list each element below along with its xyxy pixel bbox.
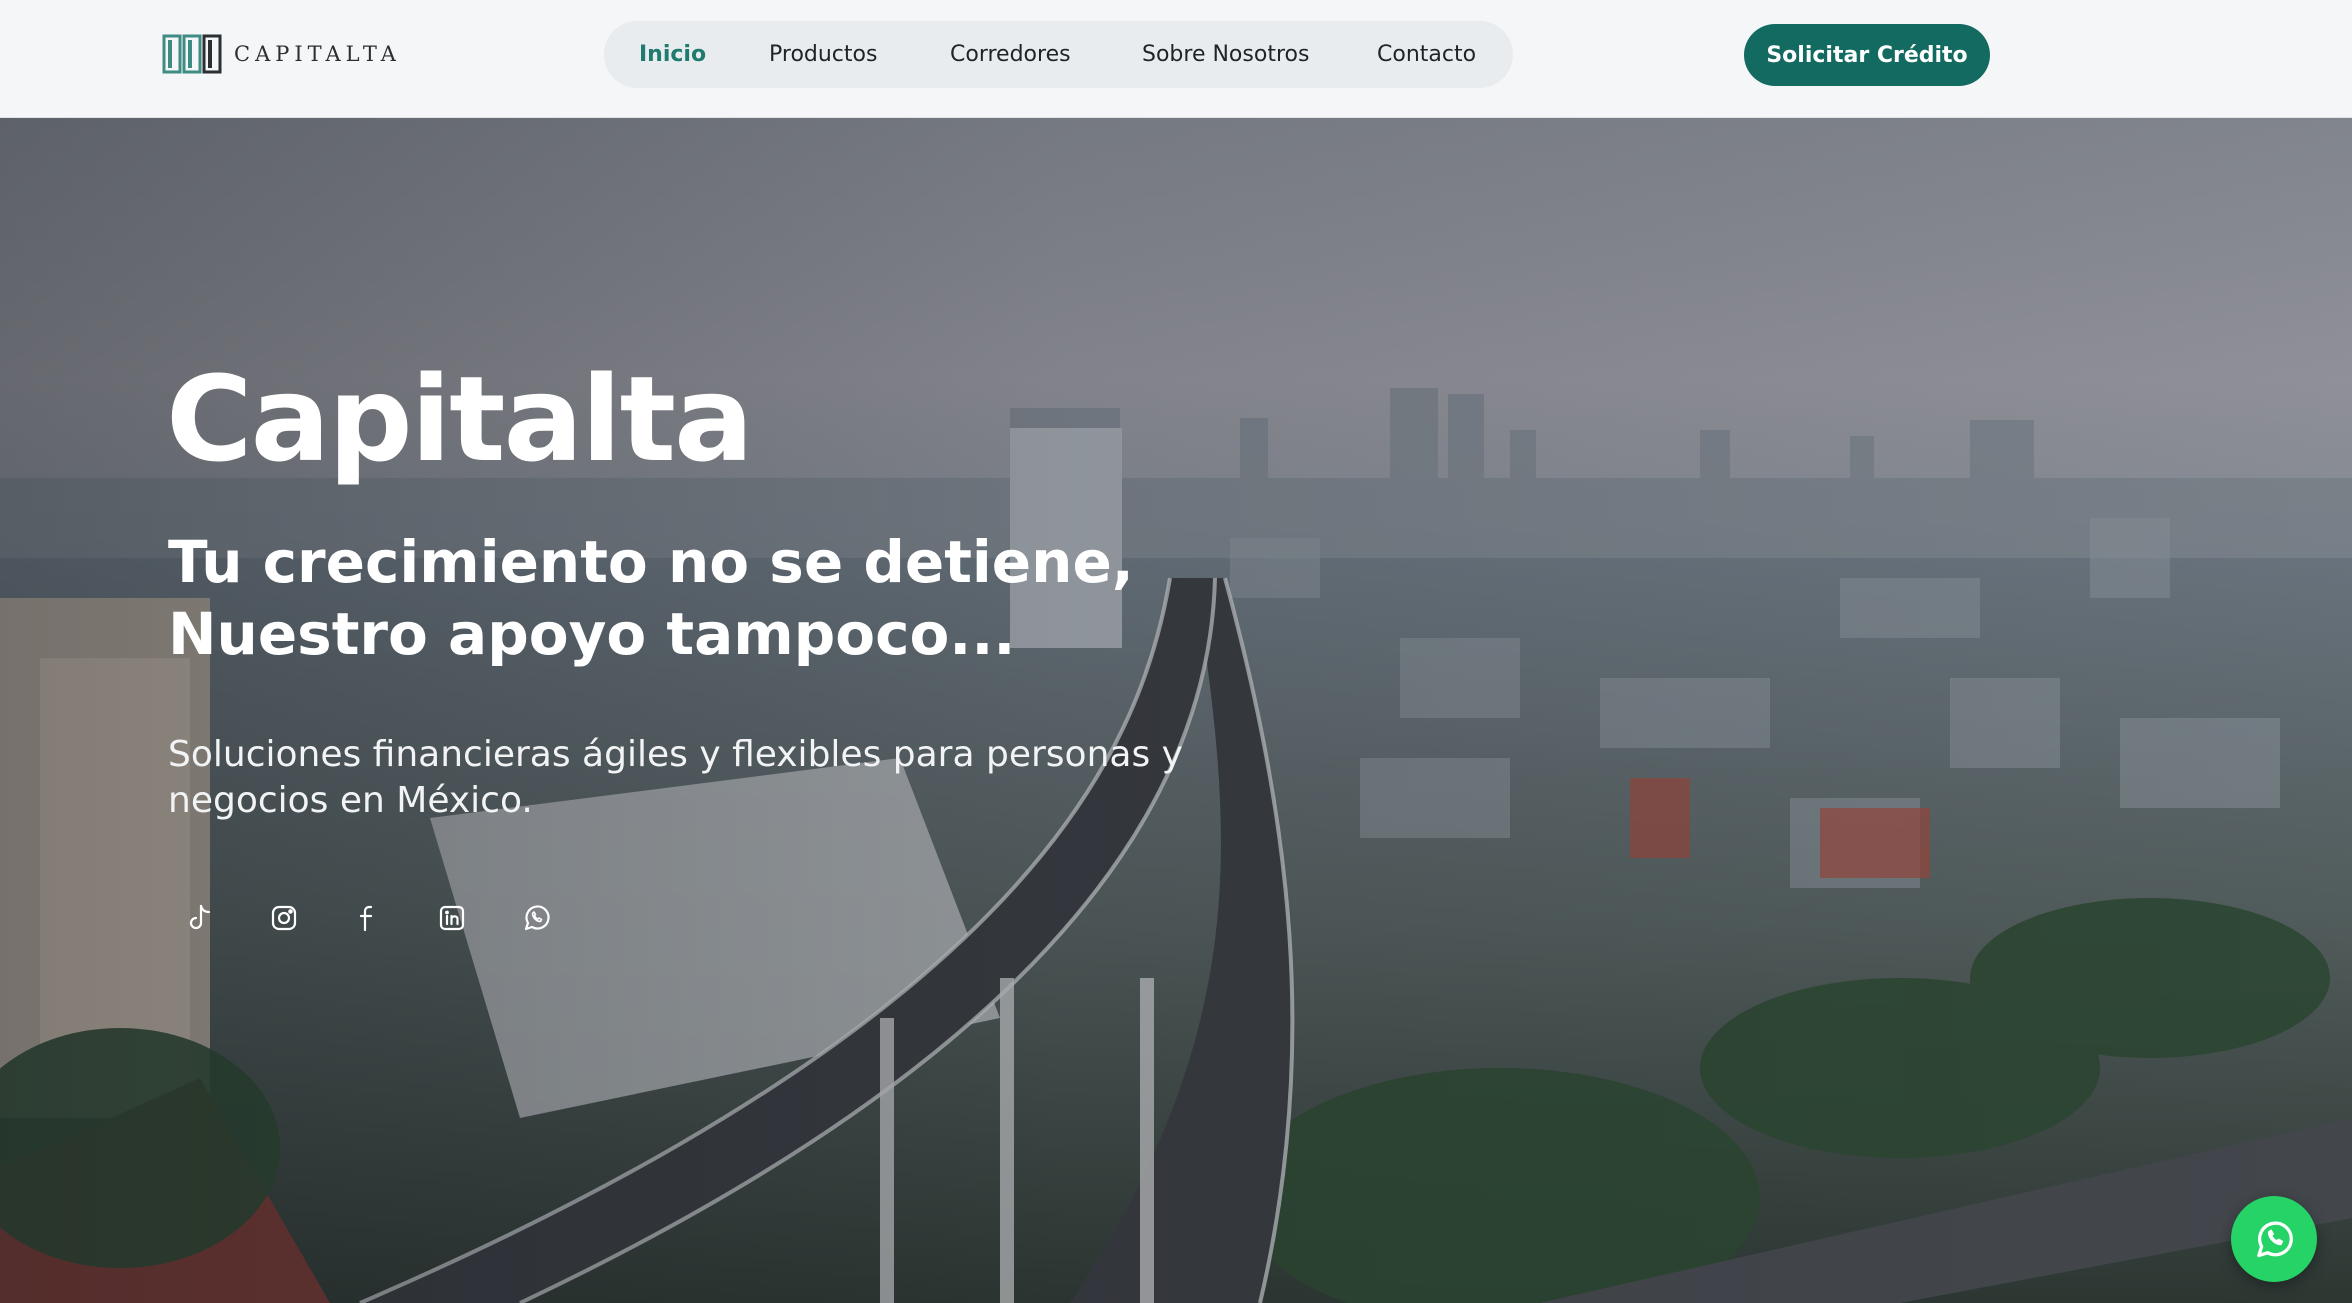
whatsapp-floating-button[interactable] (2231, 1196, 2317, 1282)
nav-item-productos[interactable]: Productos (769, 42, 877, 67)
hero-title: Capitalta (166, 350, 754, 488)
hero-description: Soluciones financieras ágiles y flexible… (168, 734, 1183, 821)
whatsapp-icon (2257, 1221, 2293, 1258)
capitalta-logo-icon (162, 34, 222, 74)
nav-item-contacto[interactable]: Contacto (1377, 42, 1476, 67)
hero-tagline: Tu crecimiento no se detiene, Nuestro ap… (168, 526, 1268, 670)
brand-logo[interactable]: CAPITALTA (162, 33, 401, 75)
instagram-link[interactable] (264, 898, 304, 938)
linkedin-link[interactable] (432, 898, 472, 938)
hero-tagline-line-2: Nuestro apoyo tampoco... (168, 600, 1016, 668)
facebook-link[interactable] (348, 898, 388, 938)
hero-section: Capitalta Tu crecimiento no se detiene, … (0, 118, 2352, 1303)
nav-item-sobre-nosotros[interactable]: Sobre Nosotros (1142, 42, 1309, 67)
linkedin-icon (439, 905, 465, 931)
facebook-icon (359, 905, 373, 932)
hero-overlay (0, 118, 2352, 1303)
hero-tagline-line-1: Tu crecimiento no se detiene, (168, 528, 1134, 596)
nav-item-corredores[interactable]: Corredores (950, 42, 1071, 67)
instagram-icon (271, 905, 297, 931)
brand-name: CAPITALTA (234, 42, 401, 66)
site-header: CAPITALTA Inicio Productos Corredores So… (0, 0, 2352, 118)
whatsapp-link[interactable] (516, 898, 556, 938)
nav-item-inicio[interactable]: Inicio (639, 42, 706, 67)
whatsapp-icon (524, 905, 550, 931)
tiktok-icon (189, 904, 211, 930)
request-credit-button[interactable]: Solicitar Crédito (1744, 24, 1990, 86)
main-nav: Inicio Productos Corredores Sobre Nosotr… (604, 21, 1513, 88)
social-links (180, 898, 600, 938)
tiktok-link[interactable] (180, 898, 220, 938)
